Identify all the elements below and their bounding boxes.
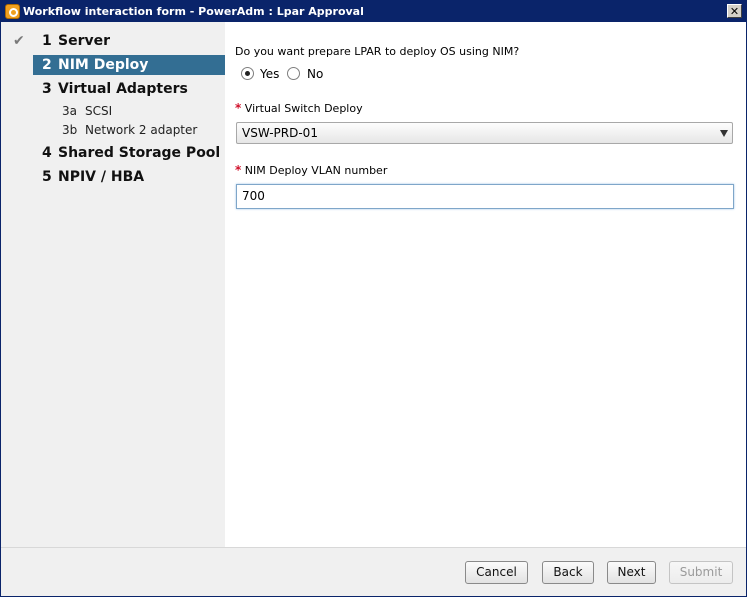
vlan-number-label: * NIM Deploy VLAN number — [235, 163, 387, 177]
step-number: 2 — [42, 57, 52, 73]
substep-scsi[interactable]: 3a SCSI — [33, 102, 225, 120]
radio-no[interactable] — [287, 67, 300, 80]
step-label: Virtual Adapters — [58, 81, 188, 97]
step-shared-storage-pool[interactable]: 4 Shared Storage Pool — [33, 143, 225, 163]
virtual-switch-select[interactable]: VSW-PRD-01 — [236, 122, 733, 144]
step-server[interactable]: 1 Server — [33, 31, 225, 51]
app-icon — [5, 4, 20, 19]
close-icon[interactable]: ✕ — [727, 4, 742, 18]
step-nim-deploy[interactable]: 2 NIM Deploy — [33, 55, 225, 75]
substep-label: Network 2 adapter — [85, 123, 198, 137]
step-label: Server — [58, 33, 111, 49]
radio-yes-label[interactable]: Yes — [260, 66, 279, 82]
radio-yes[interactable] — [241, 67, 254, 80]
step-label: Shared Storage Pool — [58, 145, 221, 161]
cancel-button[interactable]: Cancel — [465, 561, 528, 584]
virtual-switch-label: * Virtual Switch Deploy — [235, 101, 363, 115]
step-number: 4 — [42, 145, 52, 161]
step-label: NIM Deploy — [58, 57, 149, 73]
step-label: NPIV / HBA — [58, 169, 145, 185]
vlan-number-value: 700 — [242, 189, 265, 203]
step-number: 5 — [42, 169, 52, 185]
substep-network-2-adapter[interactable]: 3b Network 2 adapter — [33, 121, 225, 139]
virtual-switch-value: VSW-PRD-01 — [242, 126, 318, 140]
step-number: 1 — [42, 33, 52, 49]
wizard-steps-sidebar: ✔ 1 Server 2 NIM Deploy 3 Virtual Adapte… — [1, 22, 225, 547]
substep-label: SCSI — [85, 104, 113, 118]
substep-number: 3a — [62, 104, 77, 118]
radio-no-label[interactable]: No — [307, 66, 323, 82]
submit-button[interactable]: Submit — [669, 561, 733, 584]
dialog-footer: Cancel Back Next Submit — [1, 547, 746, 596]
back-button[interactable]: Back — [542, 561, 594, 584]
workflow-dialog: Workflow interaction form - PowerAdm : L… — [0, 0, 747, 597]
substep-number: 3b — [62, 123, 78, 137]
vlan-number-input[interactable]: 700 — [236, 184, 734, 209]
virtual-switch-label-text: Virtual Switch Deploy — [244, 102, 363, 115]
step-virtual-adapters[interactable]: 3 Virtual Adapters — [33, 79, 225, 99]
title-bar[interactable]: Workflow interaction form - PowerAdm : L… — [1, 1, 746, 22]
completed-check-icon: ✔ — [13, 33, 25, 49]
required-asterisk: * — [235, 163, 242, 177]
step-npiv-hba[interactable]: 5 NPIV / HBA — [33, 167, 225, 187]
vlan-number-label-text: NIM Deploy VLAN number — [244, 164, 388, 177]
required-asterisk: * — [235, 101, 242, 115]
nim-question: Do you want prepare LPAR to deploy OS us… — [235, 45, 520, 58]
window-title: Workflow interaction form - PowerAdm : L… — [23, 5, 364, 18]
form-panel: Do you want prepare LPAR to deploy OS us… — [225, 22, 746, 547]
chevron-down-icon[interactable] — [720, 130, 728, 137]
step-number: 3 — [42, 81, 52, 97]
next-button[interactable]: Next — [607, 561, 656, 584]
